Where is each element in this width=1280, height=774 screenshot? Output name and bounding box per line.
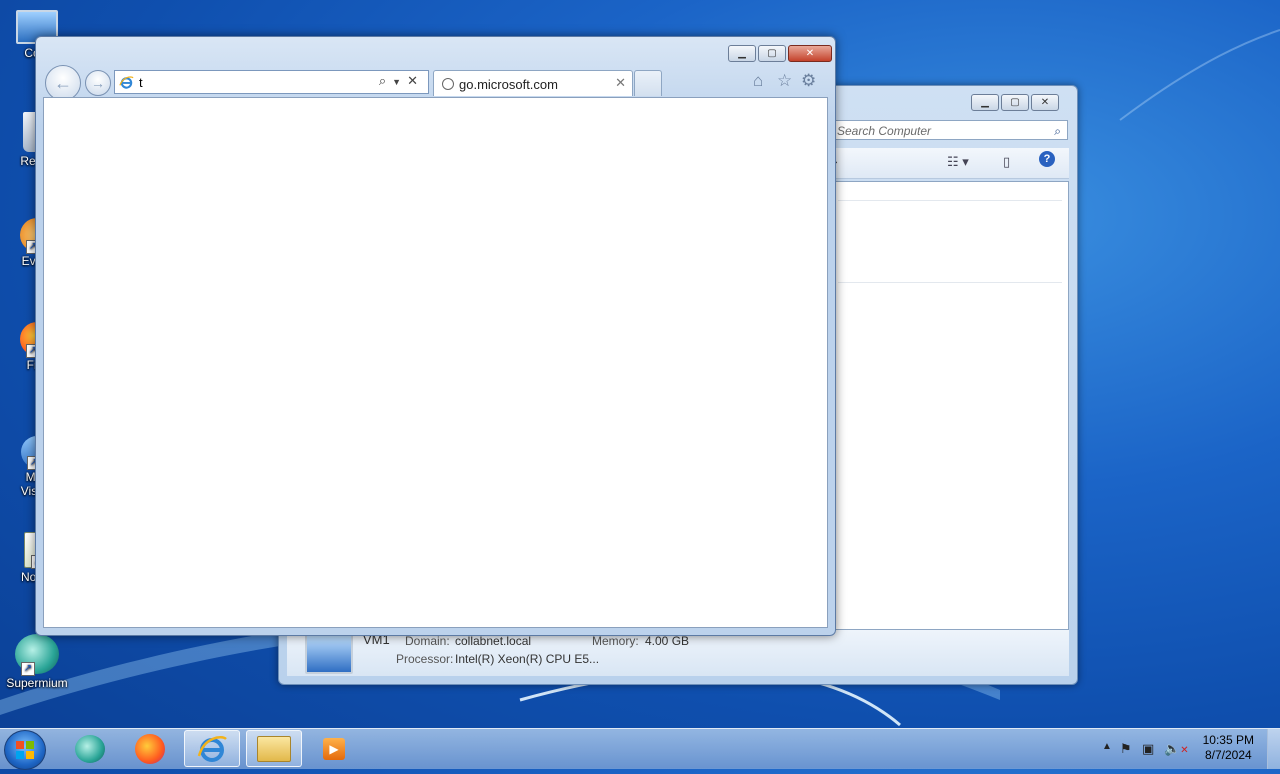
clock-time: 10:35 PM — [1202, 733, 1254, 747]
maximize-button[interactable]: ▢ — [1001, 94, 1029, 111]
search-icon[interactable]: ⌕ — [379, 73, 392, 88]
address-actions: ⌕▼✕ — [379, 73, 424, 89]
volume-muted-icon[interactable]: 🔈✕ — [1164, 741, 1189, 757]
desktop-icon-label: Supermium — [6, 676, 68, 690]
tab-title: go.microsoft.com — [459, 77, 558, 92]
desktop-icon-supermium[interactable]: ↗ Supermium — [2, 634, 72, 690]
forward-arrow-icon: → — [91, 75, 105, 91]
taskbar: ▶ ▲ ⚑ ▣ 🔈✕ 10:35 PM 8/7/2024 — [0, 728, 1280, 770]
taskbar-firefox[interactable] — [122, 730, 178, 767]
taskbar-internet-explorer[interactable] — [184, 730, 240, 767]
help-icon[interactable]: ? — [1039, 151, 1055, 167]
show-desktop-button[interactable] — [1267, 729, 1280, 769]
network-icon[interactable]: ▣ — [1142, 741, 1154, 757]
close-button[interactable]: ✕ — [788, 45, 832, 62]
back-button[interactable]: ← — [45, 65, 81, 101]
stop-icon[interactable]: ✕ — [407, 73, 424, 88]
ie-logo-icon — [197, 735, 227, 762]
action-center-flag-icon[interactable]: ⚑ — [1120, 741, 1132, 757]
internet-explorer-window[interactable]: ▁ ▢ ✕ ← → t ⌕▼✕ go.microsoft.com ✕ ⌂ ☆ ⚙ — [35, 36, 836, 636]
processor-value: Intel(R) Xeon(R) CPU E5... — [455, 652, 600, 666]
processor-label: Processor: — [396, 652, 454, 666]
windows-logo-icon — [16, 741, 34, 759]
clock-date: 8/7/2024 — [1204, 748, 1252, 762]
search-input[interactable]: Search Computer ⌕ — [832, 120, 1068, 140]
domain-label: Domain: — [405, 634, 450, 648]
preview-pane-icon[interactable]: ▯ — [1003, 154, 1010, 170]
firefox-icon — [135, 733, 165, 764]
computer-icon — [305, 634, 353, 674]
memory-value: 4.00 GB — [645, 634, 690, 648]
search-icon[interactable]: ⌕ — [1054, 121, 1061, 141]
supermium-icon: ↗ — [15, 634, 59, 676]
view-options-icon[interactable]: ☷ ▾ — [947, 154, 969, 170]
taskbar-file-explorer[interactable] — [246, 730, 302, 767]
forward-button[interactable]: → — [85, 70, 111, 96]
taskbar-supermium[interactable] — [62, 730, 118, 767]
divider — [838, 282, 1062, 283]
window-caption-buttons: ▁ ▢ ✕ — [728, 45, 832, 62]
clock[interactable]: 10:35 PM 8/7/2024 — [1203, 733, 1254, 763]
folder-icon — [257, 735, 291, 762]
maximize-button[interactable]: ▢ — [758, 45, 786, 62]
browser-tab[interactable]: go.microsoft.com ✕ — [433, 70, 633, 96]
settings-gear-icon[interactable]: ⚙ — [801, 71, 816, 91]
taskbar-media-player[interactable]: ▶ — [306, 730, 362, 767]
details-pane: VM1 Domain: collabnet.local Memory: 4.00… — [287, 630, 1069, 676]
supermium-icon — [75, 734, 105, 763]
divider — [838, 200, 1062, 201]
close-tab-icon[interactable]: ✕ — [615, 75, 626, 91]
media-player-icon: ▶ — [323, 737, 345, 760]
ie-logo-icon — [119, 76, 134, 89]
search-placeholder: Search Computer — [837, 124, 932, 138]
minimize-button[interactable]: ▁ — [728, 45, 756, 62]
system-tray: ▲ ⚑ ▣ 🔈✕ 10:35 PM 8/7/2024 — [1090, 729, 1280, 769]
dropdown-icon[interactable]: ▼ — [392, 77, 407, 87]
home-icon[interactable]: ⌂ — [753, 71, 763, 91]
close-button[interactable]: ✕ — [1031, 94, 1059, 111]
address-bar[interactable]: t ⌕▼✕ — [114, 70, 429, 94]
back-arrow-icon: ← — [54, 72, 72, 93]
domain-value: collabnet.local — [455, 634, 532, 648]
memory-label: Memory: — [592, 634, 639, 648]
loading-icon — [442, 78, 454, 90]
favorites-star-icon[interactable]: ☆ — [777, 71, 792, 91]
window-caption-buttons: ▁ ▢ ✕ — [971, 94, 1059, 111]
show-hidden-icons-chevron-icon[interactable]: ▲ — [1102, 741, 1112, 752]
address-input-value: t — [139, 75, 143, 90]
new-tab-button[interactable] — [634, 70, 662, 96]
start-button[interactable] — [4, 730, 46, 770]
minimize-button[interactable]: ▁ — [971, 94, 999, 111]
shortcut-arrow-icon: ↗ — [21, 662, 35, 676]
page-content[interactable] — [43, 97, 828, 628]
